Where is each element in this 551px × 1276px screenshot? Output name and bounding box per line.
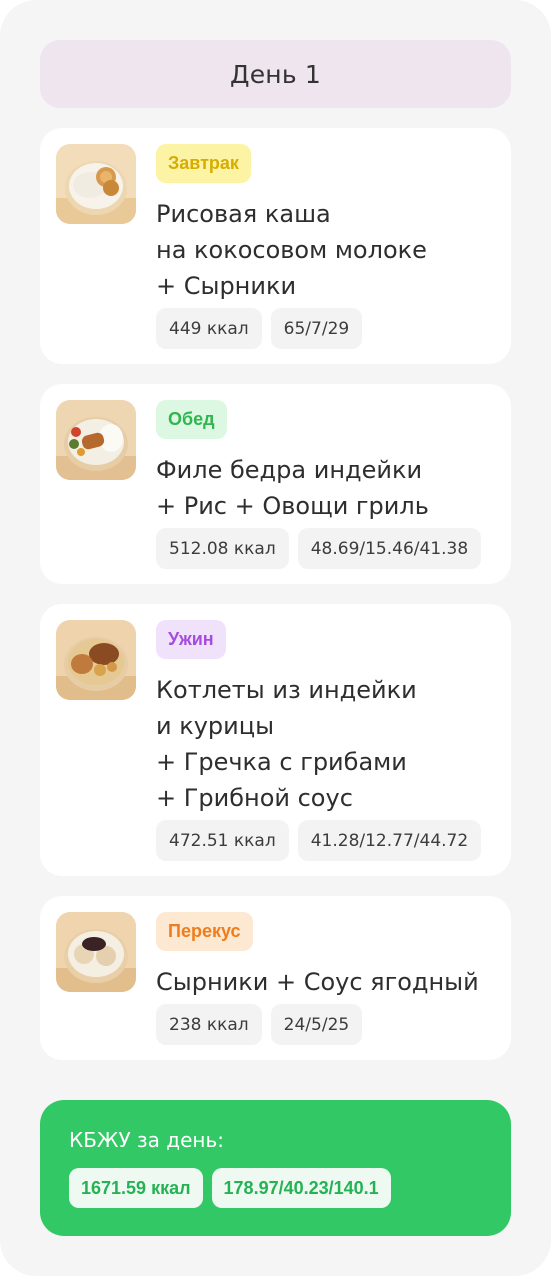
meal-title: Рисовая каша на кокосовом молоке + Сырни… — [156, 200, 427, 300]
summary-macros-chip: 178.97/40.23/140.1 — [211, 1168, 391, 1208]
day-header[interactable]: День 1 — [40, 40, 511, 108]
summary-title: КБЖУ за день: — [69, 1128, 224, 1152]
meal-card-dinner[interactable]: Ужин Котлеты из индейки и курицы + Гречк… — [40, 604, 511, 876]
cutlets-buckwheat-icon — [56, 620, 136, 700]
meal-tag: Перекус — [156, 912, 253, 951]
kcal-chip: 512.08 ккал — [156, 528, 289, 569]
meal-title: Филе бедра индейки + Рис + Овощи гриль — [156, 456, 429, 520]
kcal-chip: 238 ккал — [156, 1004, 262, 1045]
macros-chip: 65/7/29 — [270, 308, 363, 349]
kcal-chip: 472.51 ккал — [156, 820, 289, 861]
meal-title: Котлеты из индейки и курицы + Гречка с г… — [156, 676, 417, 812]
nutrition-chips: 238 ккал 24/5/25 — [156, 1004, 363, 1045]
meal-card-breakfast[interactable]: Завтрак Рисовая каша на кокосовом молоке… — [40, 128, 511, 364]
macros-chip: 48.69/15.46/41.38 — [297, 528, 482, 569]
meal-card-lunch[interactable]: Обед Филе бедра индейки + Рис + Овощи гр… — [40, 384, 511, 584]
syrniki-berry-sauce-icon — [56, 912, 136, 992]
meal-card-snack[interactable]: Перекус Сырники + Соус ягодный 238 ккал … — [40, 896, 511, 1060]
kcal-chip: 449 ккал — [156, 308, 262, 349]
rice-porridge-syrniki-icon — [56, 144, 136, 224]
daily-summary: КБЖУ за день: 1671.59 ккал 178.97/40.23/… — [40, 1100, 511, 1236]
meal-title: Сырники + Соус ягодный — [156, 968, 479, 996]
nutrition-chips: 512.08 ккал 48.69/15.46/41.38 — [156, 528, 482, 569]
meal-tag: Обед — [156, 400, 227, 439]
macros-chip: 41.28/12.77/44.72 — [297, 820, 482, 861]
summary-chips: 1671.59 ккал 178.97/40.23/140.1 — [69, 1168, 391, 1208]
nutrition-chips: 472.51 ккал 41.28/12.77/44.72 — [156, 820, 482, 861]
turkey-rice-vegetables-icon — [56, 400, 136, 480]
meal-tag: Завтрак — [156, 144, 251, 183]
macros-chip: 24/5/25 — [270, 1004, 363, 1045]
summary-kcal-chip: 1671.59 ккал — [69, 1168, 203, 1208]
day-plan-panel: День 1 Завтрак Рисовая каша на кокосовом… — [0, 0, 551, 1276]
nutrition-chips: 449 ккал 65/7/29 — [156, 308, 363, 349]
meal-tag: Ужин — [156, 620, 226, 659]
